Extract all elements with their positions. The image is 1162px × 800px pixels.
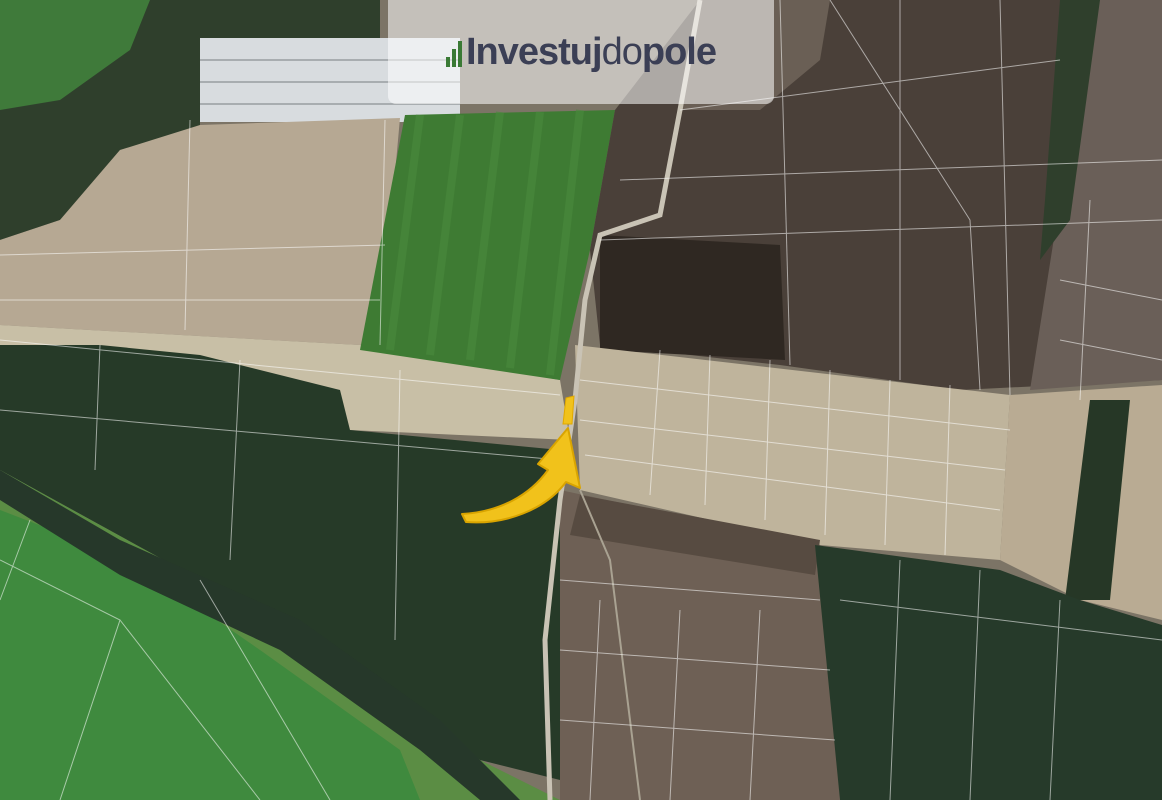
brand-part2: do bbox=[601, 30, 643, 73]
brand-part3: pole bbox=[641, 30, 717, 73]
satellite-map[interactable]: Investuj do pole bbox=[0, 0, 1162, 800]
forest-patch-center bbox=[600, 235, 785, 360]
brand-watermark: Investuj do pole bbox=[388, 0, 774, 104]
logo-bars-icon bbox=[445, 37, 462, 67]
brand-logo: Investuj do pole bbox=[445, 30, 717, 74]
brand-part1: Investuj bbox=[465, 30, 603, 73]
